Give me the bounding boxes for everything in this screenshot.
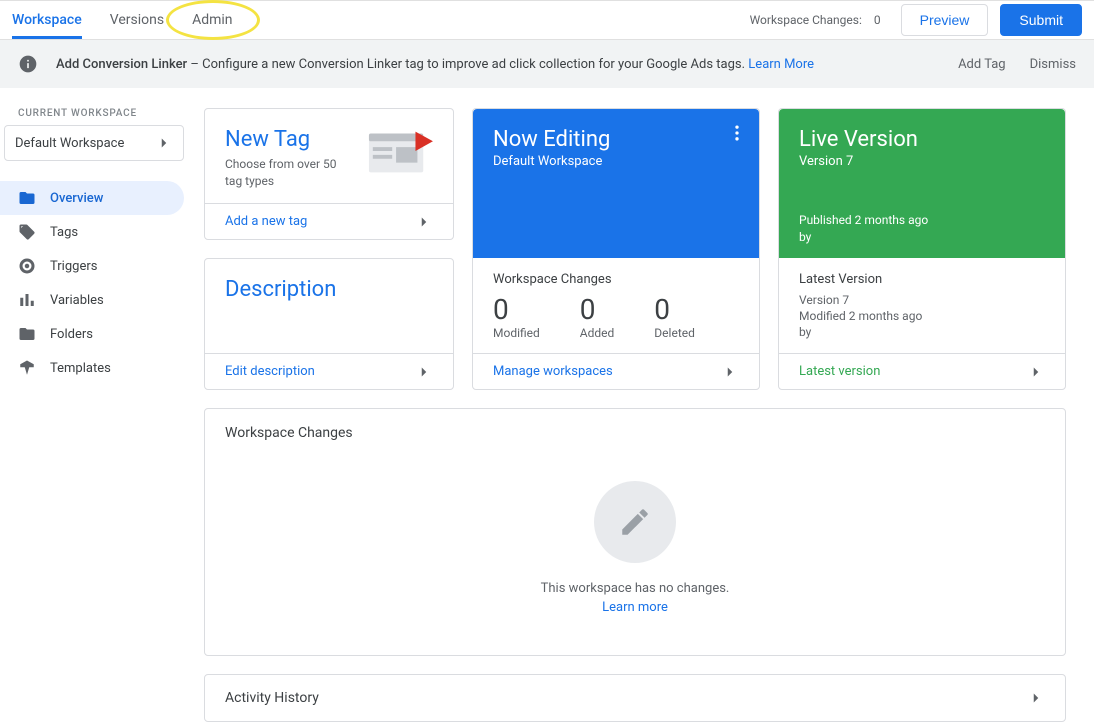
chevron-right-icon (415, 213, 433, 231)
tag-illustration-icon (367, 127, 433, 175)
empty-state-icon (594, 481, 676, 563)
chevron-right-icon (155, 134, 173, 152)
activity-history-label: Activity History (225, 690, 319, 706)
chevron-right-icon (721, 363, 739, 381)
current-workspace-label: CURRENT WORKSPACE (0, 108, 204, 119)
new-tag-cta-label: Add a new tag (225, 214, 307, 229)
tab-versions[interactable]: Versions (110, 1, 164, 39)
notification-title: Add Conversion Linker (56, 57, 187, 72)
live-version-card: Live Version Version 7 Published 2 month… (778, 108, 1066, 390)
submit-button[interactable]: Submit (1000, 4, 1082, 36)
edit-description-label: Edit description (225, 364, 315, 379)
workspace-changes-panel: Workspace Changes This workspace has no … (204, 408, 1066, 656)
latest-version-modified: Modified 2 months ago (799, 309, 1045, 323)
tag-icon (18, 223, 36, 241)
live-published: Published 2 months ago (799, 212, 1045, 229)
notification-dismiss[interactable]: Dismiss (1030, 57, 1076, 72)
new-tag-cta[interactable]: Add a new tag (205, 203, 453, 239)
nav-triggers[interactable]: Triggers (0, 249, 184, 283)
preview-button[interactable]: Preview (901, 4, 989, 36)
workspace-changes-count: 0 (874, 13, 881, 27)
notification-text: Add Conversion Linker – Configure a new … (56, 57, 814, 72)
tab-admin[interactable]: Admin (192, 1, 232, 39)
variables-icon (18, 291, 36, 309)
chevron-right-icon (415, 363, 433, 381)
chevron-right-icon (1027, 689, 1045, 707)
nav-label: Variables (50, 293, 104, 308)
manage-workspaces-label: Manage workspaces (493, 364, 613, 379)
folder-icon (18, 189, 36, 207)
chevron-right-icon (1027, 363, 1045, 381)
new-tag-title: New Tag (225, 127, 351, 152)
nav-variables[interactable]: Variables (0, 283, 184, 317)
nav-label: Templates (50, 361, 111, 376)
workspace-selector[interactable]: Default Workspace (4, 125, 184, 161)
latest-version-label: Latest version (799, 364, 880, 379)
tab-workspace[interactable]: Workspace (12, 1, 82, 39)
nav-overview[interactable]: Overview (0, 181, 184, 215)
template-icon (18, 359, 36, 377)
empty-state-learn-more[interactable]: Learn more (602, 600, 668, 615)
stat-modified: 0 Modified (493, 293, 540, 340)
description-card: Description Edit description (204, 258, 454, 390)
edit-description-cta[interactable]: Edit description (205, 353, 453, 389)
new-tag-sub: Choose from over 50 tag types (225, 156, 351, 190)
latest-version-by: by (799, 325, 1045, 339)
notification-add-tag[interactable]: Add Tag (958, 57, 1006, 72)
empty-state-text: This workspace has no changes. (541, 581, 730, 596)
nav-folders[interactable]: Folders (0, 317, 184, 351)
nav-label: Tags (50, 225, 78, 240)
nav-label: Triggers (50, 259, 97, 274)
latest-version-heading: Latest Version (799, 272, 1045, 287)
nav-label: Overview (50, 191, 103, 206)
stat-added: 0 Added (580, 293, 615, 340)
notification-bar: Add Conversion Linker – Configure a new … (0, 40, 1094, 88)
live-published-by: by (799, 229, 1045, 246)
latest-version-number: Version 7 (799, 293, 1045, 307)
live-version-title: Live Version (799, 127, 1045, 152)
latest-version-cta[interactable]: Latest version (779, 353, 1065, 389)
workspace-changes-panel-title: Workspace Changes (225, 425, 1045, 441)
activity-history-row[interactable]: Activity History (204, 674, 1066, 722)
now-editing-card: Now Editing Default Workspace Workspace … (472, 108, 760, 390)
now-editing-sub: Default Workspace (493, 154, 739, 169)
live-version-sub: Version 7 (799, 154, 1045, 169)
nav-label: Folders (50, 327, 93, 342)
stat-deleted: 0 Deleted (654, 293, 695, 340)
nav-tags[interactable]: Tags (0, 215, 184, 249)
notification-learn-more[interactable]: Learn More (748, 57, 814, 72)
now-editing-title: Now Editing (493, 127, 739, 152)
workspace-changes-label: Workspace Changes: (750, 13, 862, 27)
description-title: Description (225, 277, 433, 302)
workspace-changes-heading: Workspace Changes (493, 272, 739, 287)
more-menu-icon[interactable] (727, 123, 747, 143)
folders-icon (18, 325, 36, 343)
info-icon (18, 54, 38, 74)
nav-templates[interactable]: Templates (0, 351, 184, 385)
new-tag-card: New Tag Choose from over 50 tag types (204, 108, 454, 240)
trigger-icon (18, 257, 36, 275)
workspace-selector-name: Default Workspace (15, 136, 124, 151)
manage-workspaces-cta[interactable]: Manage workspaces (473, 353, 759, 389)
